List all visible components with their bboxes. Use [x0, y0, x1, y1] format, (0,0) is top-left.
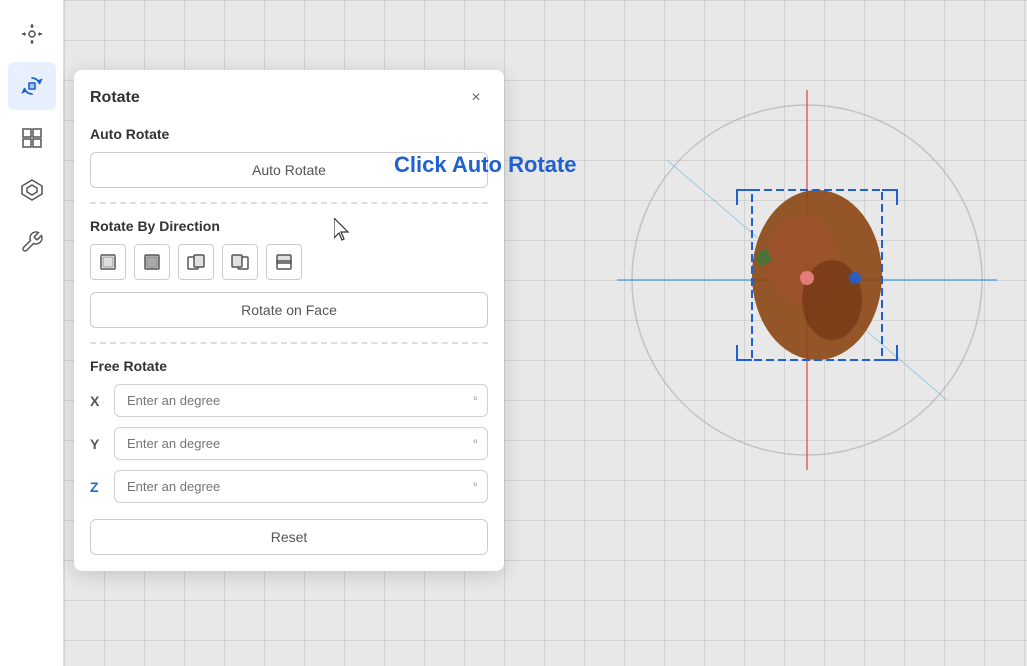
divider-1 [90, 202, 488, 204]
x-axis-row: X ° [90, 384, 488, 417]
x-degree-input[interactable] [114, 384, 488, 417]
rotate-on-face-button[interactable]: Rotate on Face [90, 292, 488, 328]
x-degree-symbol: ° [473, 393, 478, 408]
free-rotate-label: Free Rotate [90, 358, 488, 374]
free-rotate-section: Free Rotate X ° Y ° Z ° [90, 358, 488, 555]
dir-icon-top[interactable] [266, 244, 302, 280]
z-axis-row: Z ° [90, 470, 488, 503]
sidebar [0, 0, 64, 666]
main-area: Rotate × Auto Rotate Auto Rotate Rotate … [64, 0, 1027, 666]
x-axis-label: X [90, 393, 104, 409]
z-axis-label: Z [90, 479, 104, 495]
z-input-wrapper: ° [114, 470, 488, 503]
dir-icon-back[interactable] [134, 244, 170, 280]
z-degree-input[interactable] [114, 470, 488, 503]
sidebar-item-rotate[interactable] [8, 62, 56, 110]
close-button[interactable]: × [464, 86, 488, 110]
sidebar-item-transform[interactable] [8, 10, 56, 58]
dir-icon-front[interactable] [90, 244, 126, 280]
rotate-by-direction-section: Rotate By Direction [90, 218, 488, 328]
direction-icons-row [90, 244, 488, 280]
scene-viewport [607, 60, 1007, 500]
y-input-wrapper: ° [114, 427, 488, 460]
auto-rotate-button[interactable]: Auto Rotate [90, 152, 488, 188]
reset-button[interactable]: Reset [90, 519, 488, 555]
dir-icon-left[interactable] [178, 244, 214, 280]
x-input-wrapper: ° [114, 384, 488, 417]
panel-title: Rotate [90, 89, 140, 107]
divider-2 [90, 342, 488, 344]
y-axis-row: Y ° [90, 427, 488, 460]
rotate-by-direction-label: Rotate By Direction [90, 218, 488, 234]
sidebar-item-build[interactable] [8, 166, 56, 214]
y-degree-symbol: ° [473, 436, 478, 451]
auto-rotate-label: Auto Rotate [90, 126, 488, 142]
rotate-panel: Rotate × Auto Rotate Auto Rotate Rotate … [74, 70, 504, 571]
y-degree-input[interactable] [114, 427, 488, 460]
sidebar-item-tools[interactable] [8, 218, 56, 266]
y-axis-label: Y [90, 436, 104, 452]
sidebar-item-view[interactable] [8, 114, 56, 162]
dir-icon-right[interactable] [222, 244, 258, 280]
z-degree-symbol: ° [473, 479, 478, 494]
panel-header: Rotate × [90, 86, 488, 110]
auto-rotate-section: Auto Rotate Auto Rotate [90, 126, 488, 188]
